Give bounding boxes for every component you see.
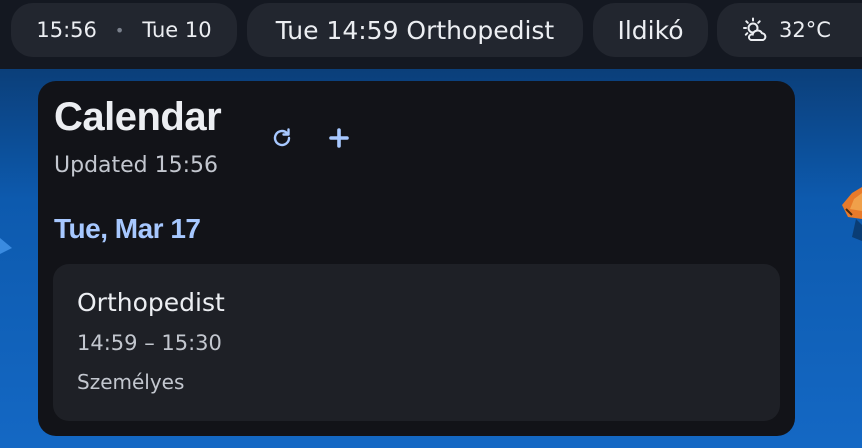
user-name: Ildikó — [617, 15, 684, 45]
wallpaper-illustration-left — [0, 238, 12, 254]
top-bar: 15:56 • Tue 10 Tue 14:59 Orthopedist Ild… — [0, 0, 862, 69]
next-event-widget[interactable]: Tue 14:59 Orthopedist — [247, 3, 583, 57]
add-event-button[interactable] — [322, 121, 356, 155]
clock-date: Tue 10 — [142, 18, 212, 42]
wallpaper-illustration — [842, 187, 862, 241]
weather-temperature: 32°C — [779, 18, 831, 42]
weather-widget[interactable]: 32°C — [717, 3, 862, 57]
refresh-button[interactable] — [265, 121, 299, 155]
event-time: 14:59 – 15:30 — [77, 331, 222, 355]
clock-widget[interactable]: 15:56 • Tue 10 — [11, 3, 237, 57]
user-widget[interactable]: Ildikó — [593, 3, 708, 57]
event-calendar-name: Személyes — [77, 370, 185, 394]
calendar-title: Calendar — [54, 95, 222, 139]
plus-icon — [329, 128, 349, 148]
event-item[interactable]: Orthopedist 14:59 – 15:30 Személyes — [53, 264, 780, 421]
clock-time: 15:56 — [36, 18, 97, 42]
next-event-label: Tue 14:59 Orthopedist — [275, 15, 555, 45]
last-updated: Updated 15:56 — [54, 153, 219, 178]
clock-separator: • — [114, 20, 125, 40]
refresh-icon — [273, 128, 291, 147]
event-title: Orthopedist — [77, 288, 225, 317]
partly-sunny-icon — [743, 17, 767, 41]
calendar-panel: Calendar Updated 15:56 Tue, Mar 17 Ortho… — [38, 81, 795, 436]
day-heading: Tue, Mar 17 — [54, 213, 201, 244]
